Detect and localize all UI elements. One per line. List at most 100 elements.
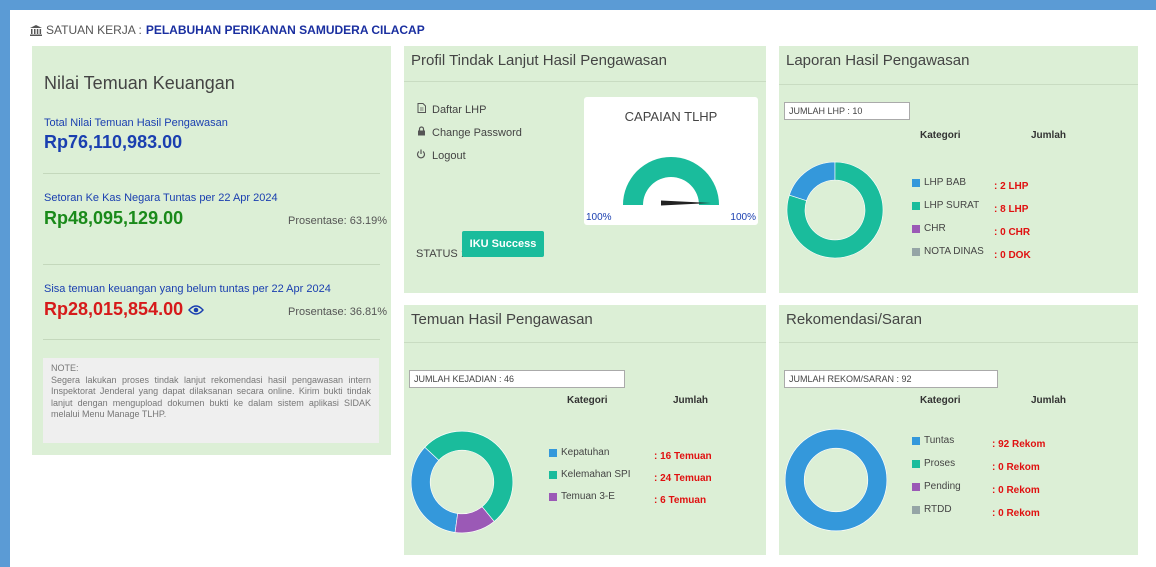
lock-icon	[416, 126, 426, 139]
legend-label: Pending	[924, 481, 961, 492]
divider	[779, 84, 1138, 85]
gauge-max-label: 100%	[730, 212, 756, 223]
donut-slice-tuntas[interactable]	[784, 428, 888, 532]
legend-label: Proses	[924, 458, 956, 469]
legend-label: NOTA DINAS	[924, 246, 984, 257]
total-amount: Rp76,110,983.00	[44, 132, 183, 152]
legend-item[interactable]: NOTA DINAS	[912, 246, 984, 257]
total-label: Total Nilai Temuan Hasil Pengawasan	[44, 117, 228, 129]
remaining-amount-row: Rp28,015,854.00	[44, 299, 205, 320]
divider	[43, 264, 380, 265]
paid-label: Setoran Ke Kas Negara Tuntas per 22 Apr …	[44, 192, 278, 204]
temuan-donut-chart	[410, 430, 514, 534]
legend-swatch	[912, 178, 920, 187]
divider	[43, 173, 380, 174]
menu-logout[interactable]: Logout	[416, 149, 466, 162]
rekom-title: Rekomendasi/Saran	[786, 311, 922, 328]
profil-title: Profil Tindak Lanjut Hasil Pengawasan	[411, 52, 667, 69]
gauge-fill	[623, 157, 719, 205]
legend-swatch	[912, 224, 920, 233]
divider	[404, 81, 766, 82]
kategori-header: Kategori	[920, 130, 961, 141]
legend-value: : 0 Rekom	[992, 508, 1040, 519]
legend-value: : 0 DOK	[994, 250, 1031, 261]
rekom-donut-chart	[784, 428, 888, 532]
divider	[404, 342, 766, 343]
rekom-count: JUMLAH REKOM/SARAN : 92	[784, 370, 998, 388]
kategori-header: Kategori	[920, 395, 961, 406]
legend-item[interactable]: LHP BAB	[912, 177, 966, 188]
paid-percentage: Prosentase: 63.19%	[288, 215, 388, 227]
institution-icon	[30, 24, 42, 36]
remaining-percentage: Prosentase: 36.81%	[288, 306, 388, 318]
lhp-count: JUMLAH LHP : 10	[784, 102, 910, 120]
legend-value: : 24 Temuan	[654, 473, 712, 484]
legend-value: : 16 Temuan	[654, 451, 712, 462]
kategori-header: Kategori	[567, 395, 608, 406]
finance-title: Nilai Temuan Keuangan	[44, 73, 235, 93]
legend-value: : 0 Rekom	[992, 485, 1040, 496]
legend-swatch	[549, 470, 557, 479]
menu-label: Change Password	[432, 126, 522, 139]
eye-icon[interactable]	[188, 304, 205, 315]
legend-swatch	[549, 492, 557, 501]
temuan-title: Temuan Hasil Pengawasan	[411, 311, 593, 328]
menu-label: Logout	[432, 149, 466, 162]
temuan-panel: Temuan Hasil Pengawasan JUMLAH KEJADIAN …	[404, 305, 766, 555]
legend-item[interactable]: Temuan 3-E	[549, 491, 615, 502]
legend-swatch	[912, 482, 920, 491]
legend-value: : 92 Rekom	[992, 439, 1046, 450]
jumlah-header: Jumlah	[1031, 395, 1067, 406]
finance-panel: Nilai Temuan Keuangan Total Nilai Temuan…	[32, 46, 391, 455]
status-label: STATUS :	[416, 248, 464, 260]
menu-label: Daftar LHP	[432, 103, 487, 116]
donut-slice-lhp-bab[interactable]	[788, 161, 836, 202]
legend-label: Kelemahan SPI	[561, 469, 631, 480]
legend-swatch	[912, 436, 920, 445]
work-unit-prefix: SATUAN KERJA :	[46, 23, 142, 37]
legend-label: RTDD	[924, 504, 952, 515]
legend-item[interactable]: Pending	[912, 481, 961, 492]
donut-slice-kepatuhan[interactable]	[410, 446, 459, 533]
legend-label: LHP BAB	[924, 177, 967, 188]
legend-label: LHP SURAT	[924, 200, 980, 211]
legend-swatch	[912, 201, 920, 210]
menu-daftar-lhp[interactable]: Daftar LHP	[416, 103, 486, 116]
legend-item[interactable]: Kelemahan SPI	[549, 469, 631, 480]
menu-change-password[interactable]: Change Password	[416, 126, 522, 139]
dashboard: SATUAN KERJA : PELABUHAN PERIKANAN SAMUD…	[10, 10, 1156, 567]
remaining-label: Sisa temuan keuangan yang belum tuntas p…	[44, 283, 331, 295]
kejadian-count: JUMLAH KEJADIAN : 46	[409, 370, 625, 388]
note-box: NOTE: Segera lakukan proses tindak lanju…	[43, 358, 379, 443]
rekom-panel: Rekomendasi/Saran JUMLAH REKOM/SARAN : 9…	[779, 305, 1138, 555]
legend-item[interactable]: RTDD	[912, 504, 952, 515]
remaining-amount: Rp28,015,854.00	[44, 299, 184, 319]
gauge-min-label: 100%	[586, 212, 612, 223]
laporan-donut-chart	[786, 161, 884, 259]
legend-swatch	[912, 505, 920, 514]
legend-swatch	[549, 448, 557, 457]
work-unit-name: PELABUHAN PERIKANAN SAMUDERA CILACAP	[145, 23, 425, 37]
legend-item[interactable]: Tuntas	[912, 435, 954, 446]
legend-item[interactable]: Kepatuhan	[549, 447, 609, 458]
laporan-panel: Laporan Hasil Pengawasan JUMLAH LHP : 10…	[779, 46, 1138, 293]
jumlah-header: Jumlah	[1031, 130, 1067, 141]
power-icon	[416, 149, 426, 162]
divider	[779, 342, 1138, 343]
legend-item[interactable]: CHR	[912, 223, 946, 234]
legend-item[interactable]: LHP SURAT	[912, 200, 979, 211]
paid-amount: Rp48,095,129.00	[44, 208, 184, 228]
legend-value: : 6 Temuan	[654, 495, 707, 506]
legend-label: Kepatuhan	[561, 447, 610, 458]
status-button[interactable]: IKU Success	[462, 231, 544, 257]
legend-item[interactable]: Proses	[912, 458, 955, 469]
capaian-gauge	[623, 157, 719, 206]
legend-label: Tuntas	[924, 435, 955, 446]
jumlah-header: Jumlah	[673, 395, 709, 406]
document-icon	[416, 103, 426, 116]
divider	[43, 339, 380, 340]
legend-value: : 0 Rekom	[992, 462, 1040, 473]
laporan-title: Laporan Hasil Pengawasan	[786, 52, 970, 69]
legend-value: : 0 CHR	[994, 227, 1031, 238]
profil-panel: Profil Tindak Lanjut Hasil Pengawasan Da…	[404, 46, 766, 293]
